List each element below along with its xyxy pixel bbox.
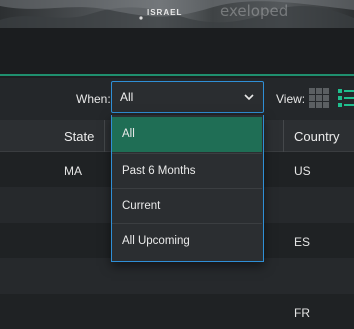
cell-country: FR	[294, 305, 310, 320]
view-label: View:	[276, 92, 306, 106]
when-select-value: All	[120, 90, 134, 104]
option-label: Past 6 Months	[122, 165, 196, 177]
grid-view-icon[interactable]	[308, 87, 330, 109]
column-header-state[interactable]: State	[64, 129, 94, 144]
watermark: exeloped	[220, 2, 289, 20]
option-label: Current	[122, 200, 161, 212]
app-window: ISRAEL exeloped When: View: State Countr…	[0, 0, 354, 329]
map-banner: ISRAEL exeloped	[0, 0, 354, 28]
map-region-label: ISRAEL	[147, 8, 183, 17]
column-divider	[283, 120, 284, 152]
option-label: All	[122, 128, 135, 140]
chevron-down-icon[interactable]	[244, 92, 254, 102]
when-label: When:	[76, 92, 111, 106]
when-dropdown-menu: All Past 6 Months Current All Upcoming	[111, 115, 264, 262]
when-option-current[interactable]: Current	[112, 188, 262, 223]
option-label: All Upcoming	[122, 235, 190, 247]
cell-country: US	[294, 164, 311, 178]
column-header-country[interactable]: Country	[294, 129, 340, 144]
column-divider	[104, 120, 105, 152]
list-view-icon[interactable]	[338, 87, 354, 109]
when-option-all[interactable]: All	[112, 117, 262, 152]
when-option-past-6-months[interactable]: Past 6 Months	[112, 153, 262, 188]
cell-country: ES	[294, 234, 311, 249]
header-band	[0, 28, 354, 76]
cell-state: MA	[64, 164, 82, 178]
table-row[interactable]	[0, 258, 354, 294]
table-row[interactable]: FR	[0, 293, 354, 329]
when-option-all-upcoming[interactable]: All Upcoming	[112, 223, 262, 258]
when-select[interactable]: All	[111, 81, 264, 113]
